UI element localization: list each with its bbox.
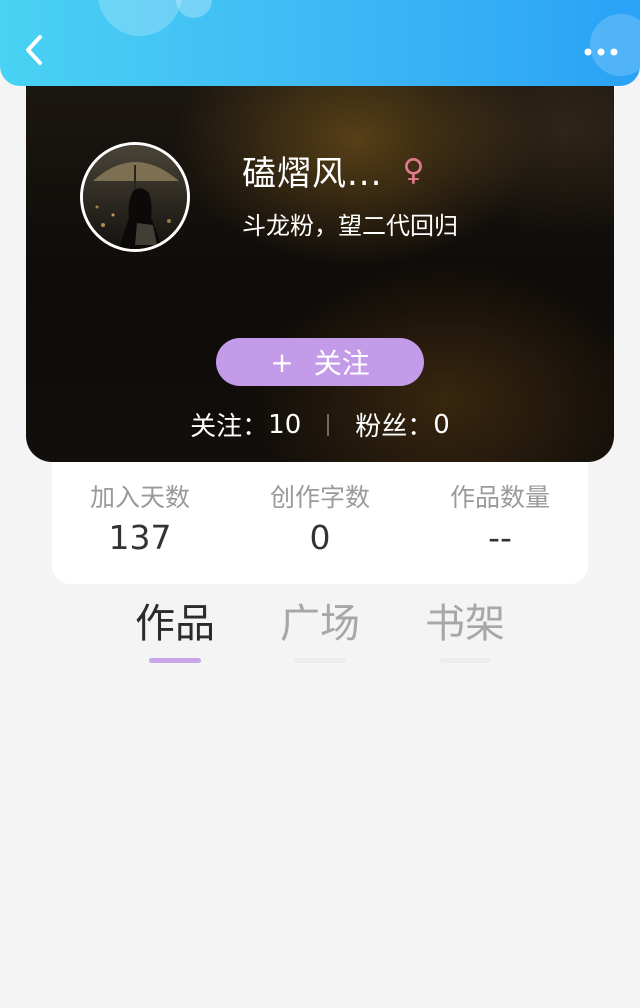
tab-bookshelf[interactable]: 书架 [395,598,535,663]
avatar[interactable] [80,142,190,252]
stat-value: 137 [108,518,172,557]
tab-label: 广场 [280,601,360,647]
ellipsis-icon [584,48,618,56]
tab-indicator [294,658,346,663]
stat-works-count: 作品数量 -- [410,480,590,560]
tab-indicator [439,658,491,663]
following-count[interactable]: 关注： 10 [190,406,301,443]
stat-label: 作品数量 [449,483,550,512]
decorative-bubble [98,0,182,36]
bio-text: 斗龙粉，望二代回归 [242,212,458,240]
avatar-image [83,145,187,249]
tab-works[interactable]: 作品 [105,598,245,663]
stat-value: -- [488,518,512,557]
followers-count[interactable]: 粉丝： 0 [355,406,450,443]
tab-square[interactable]: 广场 [250,598,390,663]
followers-label: 粉丝： [355,412,434,442]
following-value: 10 [268,409,302,440]
decorative-bubble [176,0,212,18]
follow-stats: 关注： 10 粉丝： 0 [26,406,614,443]
followers-value: 0 [433,409,450,440]
tab-bar: 作品 广场 书架 [0,598,640,668]
stat-value: 0 [309,518,331,557]
nickname-row: 磕熠风... ♀ [242,146,424,195]
chevron-left-icon [26,35,42,65]
stat-label: 加入天数 [89,483,190,512]
stats-card: 加入天数 137 创作字数 0 作品数量 -- [52,456,588,584]
stat-join-days: 加入天数 137 [50,480,230,560]
follow-button-label: 关注 [313,347,370,380]
female-icon: ♀ [402,152,425,188]
stat-word-count: 创作字数 0 [230,480,410,560]
more-button[interactable] [576,36,626,68]
plus-icon: + [270,345,294,379]
tab-label: 书架 [425,601,505,647]
tab-indicator [149,658,201,663]
nickname: 磕熠风... [242,154,383,194]
following-label: 关注： [190,412,269,442]
back-button[interactable] [14,30,54,70]
divider [327,413,330,436]
follow-button[interactable]: + 关注 [216,338,424,386]
tab-label: 作品 [135,601,215,647]
top-nav-bar [0,0,640,86]
profile-card: 磕熠风... ♀ 斗龙粉，望二代回归 + 关注 关注： 10 粉丝： 0 [26,70,614,462]
stat-label: 创作字数 [269,483,370,512]
